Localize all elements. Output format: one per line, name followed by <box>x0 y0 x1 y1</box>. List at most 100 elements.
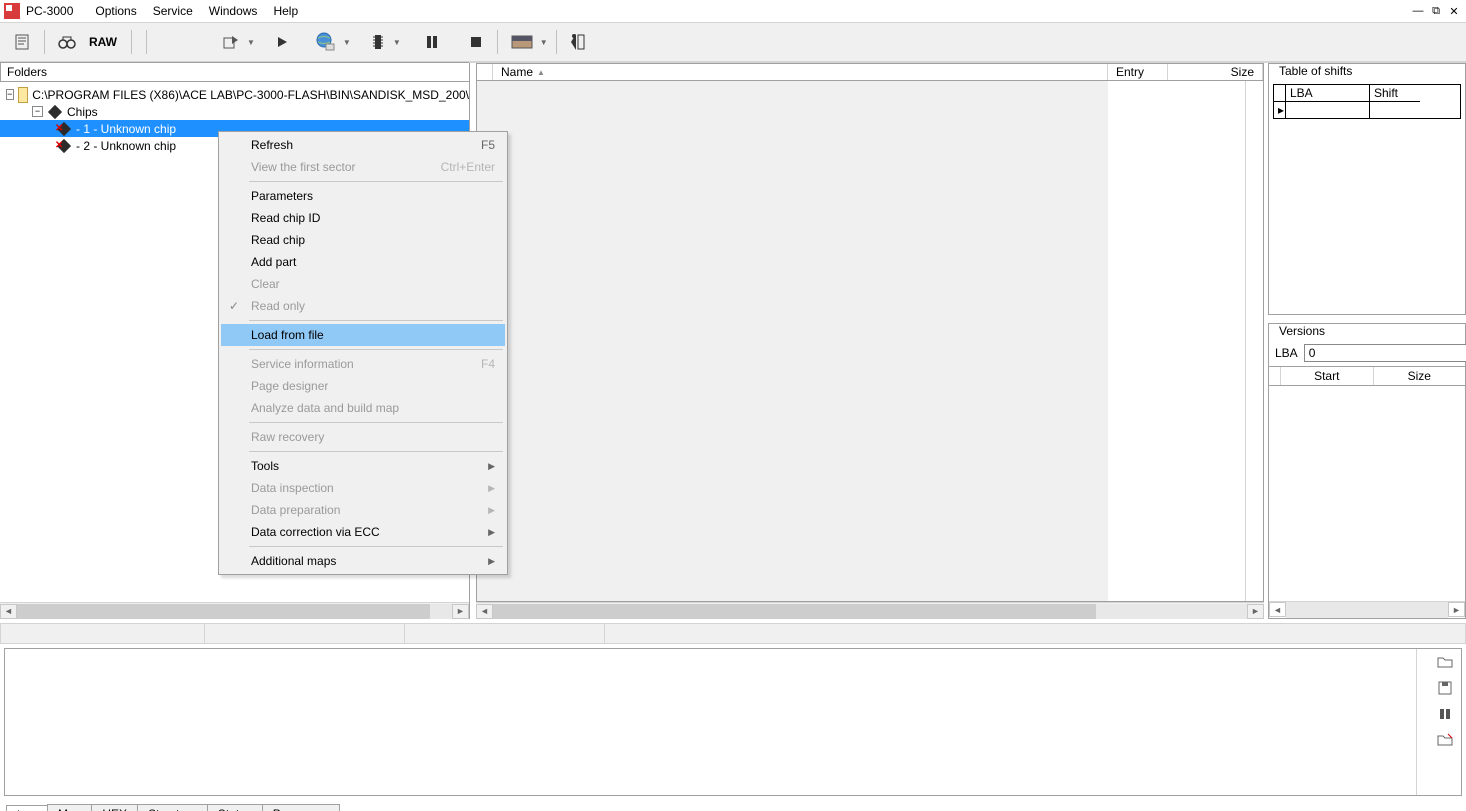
log-textarea[interactable] <box>5 649 1417 795</box>
tree-root-label: C:\PROGRAM FILES (X86)\ACE LAB\PC-3000-F… <box>32 88 469 102</box>
scroll-right-button[interactable]: ► <box>452 604 469 619</box>
bottom-tabs: Log Map HEX Structure Status Processes <box>0 800 1466 811</box>
tree-root[interactable]: − C:\PROGRAM FILES (X86)\ACE LAB\PC-3000… <box>0 86 469 103</box>
table-row[interactable] <box>1286 102 1370 118</box>
window-controls: — ⧉ ✕ <box>1410 4 1462 18</box>
raw-button[interactable]: RAW <box>83 35 123 49</box>
collapse-icon[interactable]: − <box>6 89 14 100</box>
ctx-additional-maps[interactable]: Additional maps ▶ <box>221 550 505 572</box>
ctx-separator <box>249 349 503 350</box>
ctx-analyze[interactable]: Analyze data and build map <box>221 397 505 419</box>
statusbar <box>0 623 1466 644</box>
tab-map[interactable]: Map <box>47 804 92 811</box>
ctx-load-from-file[interactable]: Load from file <box>221 324 505 346</box>
ctx-read-chip-id[interactable]: Read chip ID <box>221 207 505 229</box>
tree-chips[interactable]: − Chips <box>0 103 469 120</box>
table-row[interactable] <box>1370 102 1420 118</box>
col-name[interactable]: Name ▲ <box>493 64 1108 80</box>
scroll-right-button[interactable]: ► <box>1448 602 1465 617</box>
menubar: Options Service Windows Help <box>87 2 306 20</box>
ctx-read-chip[interactable]: Read chip <box>221 229 505 251</box>
versions-panel: Versions LBA Start Size ◄ ► <box>1268 323 1466 619</box>
shifts-col-shift[interactable]: Shift <box>1370 85 1420 102</box>
menu-windows[interactable]: Windows <box>201 2 266 20</box>
script-button[interactable] <box>8 29 36 55</box>
ctx-parameters[interactable]: Parameters <box>221 185 505 207</box>
app-icon <box>4 3 20 19</box>
scroll-thumb[interactable] <box>17 604 430 619</box>
restore-button[interactable]: ⧉ <box>1428 4 1444 18</box>
image-button[interactable] <box>506 29 538 55</box>
menu-help[interactable]: Help <box>265 2 306 20</box>
menu-options[interactable]: Options <box>87 2 144 20</box>
ctx-additional-maps-label: Additional maps <box>251 554 336 568</box>
log-open-button[interactable] <box>1435 653 1455 671</box>
ctx-separator <box>249 422 503 423</box>
versions-body[interactable] <box>1269 386 1465 601</box>
ctx-add-part[interactable]: Add part <box>221 251 505 273</box>
scroll-left-button[interactable]: ◄ <box>0 604 17 619</box>
ctx-data-preparation[interactable]: Data preparation ▶ <box>221 499 505 521</box>
globe-button[interactable] <box>309 29 341 55</box>
close-button[interactable]: ✕ <box>1446 4 1462 18</box>
col-size-label: Size <box>1231 65 1254 79</box>
shifts-title: Table of shifts <box>1273 64 1358 80</box>
log-save-button[interactable] <box>1435 679 1455 697</box>
lba-input[interactable] <box>1304 344 1466 362</box>
pause-icon <box>426 35 438 49</box>
ctx-tools[interactable]: Tools ▶ <box>221 455 505 477</box>
chevron-right-icon: ▶ <box>488 556 495 567</box>
scroll-right-button[interactable]: ► <box>1247 604 1264 619</box>
tab-processes[interactable]: Processes <box>262 804 340 811</box>
log-pause-button[interactable] <box>1435 705 1455 723</box>
export-icon <box>222 34 240 50</box>
chevron-right-icon: ▶ <box>488 483 495 494</box>
tab-hex[interactable]: HEX <box>91 804 138 811</box>
ctx-data-correction[interactable]: Data correction via ECC ▶ <box>221 521 505 543</box>
ctx-service-information[interactable]: Service information F4 <box>221 353 505 375</box>
versions-title: Versions <box>1273 324 1331 340</box>
binoculars-button[interactable] <box>53 29 81 55</box>
ctx-page-designer[interactable]: Page designer <box>221 375 505 397</box>
scroll-thumb[interactable] <box>493 604 1096 619</box>
ctx-refresh[interactable]: Refresh F5 <box>221 134 505 156</box>
folders-hscroll[interactable]: ◄ ► <box>0 602 469 619</box>
scroll-left-button[interactable]: ◄ <box>476 604 493 619</box>
shifts-table[interactable]: LBA Shift ▸ <box>1273 84 1461 119</box>
stop-button[interactable] <box>463 29 489 55</box>
tab-structure[interactable]: Structure <box>137 804 208 811</box>
export-button[interactable] <box>217 29 245 55</box>
log-clear-button[interactable] <box>1435 731 1455 749</box>
globe-icon <box>314 32 336 52</box>
grid-body[interactable] <box>476 81 1264 602</box>
menu-service[interactable]: Service <box>145 2 201 20</box>
exit-button[interactable] <box>565 29 591 55</box>
ver-col-start[interactable]: Start <box>1281 367 1374 385</box>
ctx-data-inspection[interactable]: Data inspection ▶ <box>221 477 505 499</box>
col-size[interactable]: Size <box>1168 64 1263 80</box>
folder-icon <box>18 87 29 103</box>
shifts-col-lba[interactable]: LBA <box>1286 85 1370 102</box>
minimize-button[interactable]: — <box>1410 4 1426 18</box>
ver-col-size[interactable]: Size <box>1374 367 1466 385</box>
ctx-page-designer-label: Page designer <box>251 379 328 393</box>
chip-button[interactable] <box>365 29 391 55</box>
ctx-refresh-label: Refresh <box>251 138 293 152</box>
col-entry[interactable]: Entry <box>1108 64 1168 80</box>
ctx-raw-recovery[interactable]: Raw recovery <box>221 426 505 448</box>
tab-status[interactable]: Status <box>207 804 263 811</box>
pause-button[interactable] <box>419 29 445 55</box>
tab-log[interactable]: Log <box>6 805 48 811</box>
play-button[interactable] <box>269 29 295 55</box>
ctx-read-only[interactable]: ✓ Read only <box>221 295 505 317</box>
chip-icon <box>372 33 384 51</box>
versions-hscroll[interactable]: ◄ ► <box>1269 601 1465 618</box>
grid-hscroll[interactable]: ◄ ► <box>476 602 1264 619</box>
ctx-view-first-sector[interactable]: View the first sector Ctrl+Enter <box>221 156 505 178</box>
scroll-left-button[interactable]: ◄ <box>1269 602 1286 617</box>
shifts-panel: Table of shifts LBA Shift ▸ <box>1268 63 1466 315</box>
ctx-clear-label: Clear <box>251 277 280 291</box>
ctx-clear[interactable]: Clear <box>221 273 505 295</box>
collapse-icon[interactable]: − <box>32 106 43 117</box>
chevron-right-icon: ▶ <box>488 505 495 516</box>
